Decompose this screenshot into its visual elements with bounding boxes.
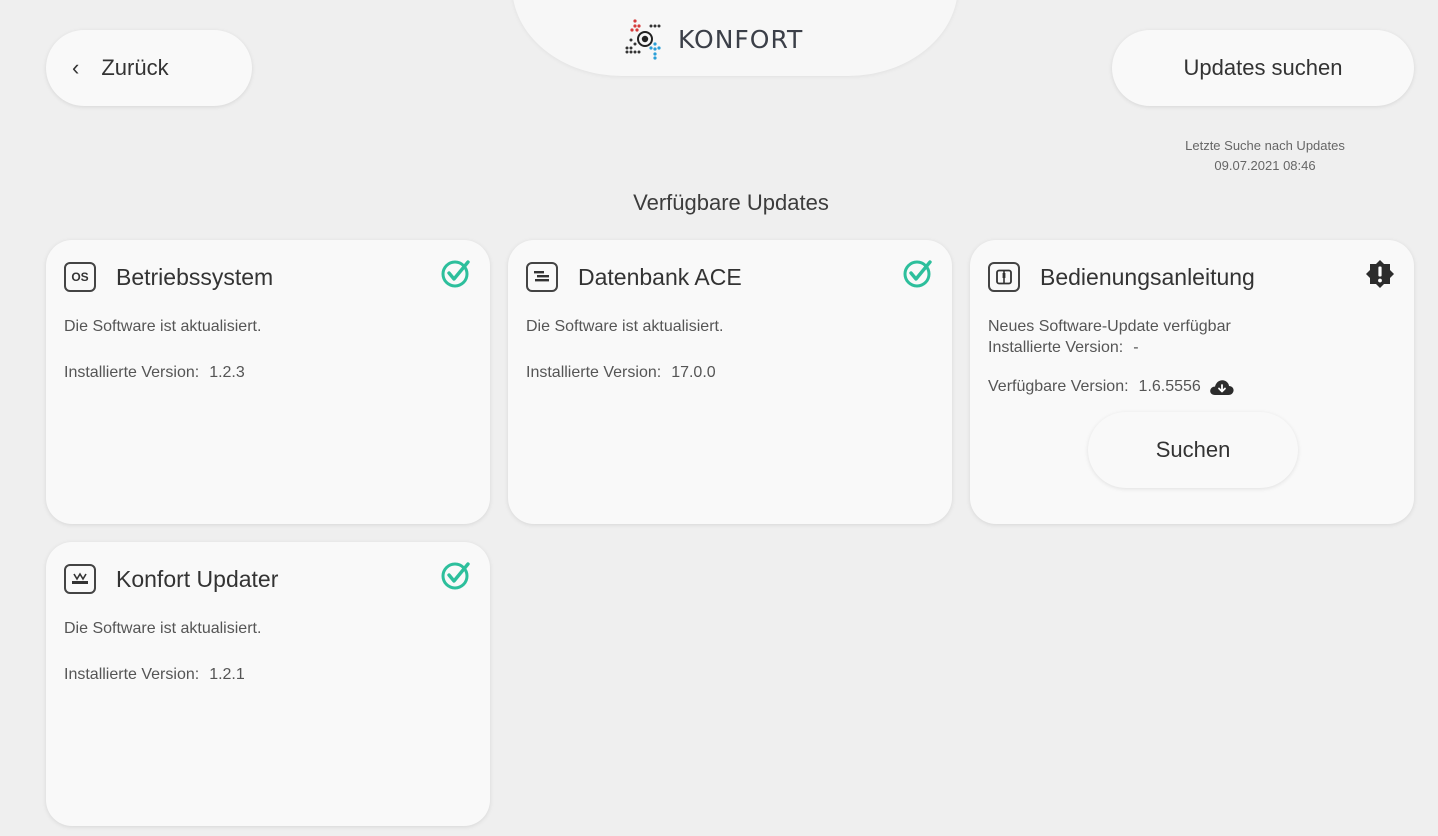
available-version-row: Verfügbare Version: 1.6.5556 <box>988 378 1235 396</box>
installed-version-value: 1.2.3 <box>209 364 245 381</box>
status-text: Die Software ist aktualisiert. <box>64 318 262 335</box>
search-button[interactable]: Suchen <box>1088 412 1298 488</box>
card-title: Konfort Updater <box>116 565 279 592</box>
cloud-download-icon[interactable] <box>1209 378 1235 396</box>
last-search-date: 09.07.2021 08:46 <box>1214 158 1316 173</box>
updater-glyph-icon <box>72 572 88 584</box>
update-card-database: Datenbank ACE Die Software ist aktualisi… <box>508 240 952 524</box>
installed-version-value: 17.0.0 <box>671 364 716 381</box>
back-button[interactable]: ‹ Zurück <box>46 30 252 106</box>
last-search-label: Letzte Suche nach Updates <box>1185 138 1345 153</box>
warning-badge-icon <box>1366 260 1394 288</box>
card-title: Bedienungsanleitung <box>1040 263 1255 290</box>
check-circle-icon <box>441 260 470 288</box>
available-version-value: 1.6.5556 <box>1138 378 1201 395</box>
brand-wordmark: KONFORT <box>678 24 804 54</box>
update-card-manual: Bedienungsanleitung Neues Software-Updat… <box>970 240 1414 524</box>
status-text: Neues Software-Update verfügbar <box>988 318 1231 335</box>
check-circle-icon <box>441 562 470 590</box>
installed-version-label: Installierte Version: <box>988 339 1124 356</box>
installed-version-value: 1.2.1 <box>209 666 245 683</box>
installed-version-label: Installierte Version: <box>526 364 662 381</box>
card-title: Datenbank ACE <box>578 263 742 290</box>
updater-icon <box>64 564 96 594</box>
status-text: Die Software ist aktualisiert. <box>64 620 262 637</box>
back-label: Zurück <box>101 55 169 80</box>
installed-version-label: Installierte Version: <box>64 666 200 683</box>
available-version-label: Verfügbare Version: <box>988 378 1129 395</box>
update-card-operating-system: OS Betriebssystem Die Software ist aktua… <box>46 240 490 524</box>
installed-version-row: Installierte Version: - <box>988 339 1139 357</box>
check-updates-button[interactable]: Updates suchen <box>1112 30 1414 106</box>
status-text: Die Software ist aktualisiert. <box>526 318 724 335</box>
database-icon <box>526 262 558 292</box>
installed-version-row: Installierte Version: 1.2.3 <box>64 364 245 382</box>
book-glyph-icon <box>996 269 1012 285</box>
installed-version-row: Installierte Version: 1.2.1 <box>64 666 245 684</box>
search-button-label: Suchen <box>1155 437 1231 462</box>
check-updates-label: Updates suchen <box>1183 55 1343 80</box>
installed-version-row: Installierte Version: 17.0.0 <box>526 364 716 382</box>
card-title: Betriebssystem <box>116 263 274 290</box>
database-glyph-icon <box>534 271 549 282</box>
check-circle-icon <box>903 260 932 288</box>
os-icon: OS <box>64 262 96 292</box>
last-search-info: Letzte Suche nach Updates 09.07.2021 08:… <box>1120 136 1410 176</box>
manual-icon <box>988 262 1020 292</box>
brand-logo: KONFORT <box>624 16 803 62</box>
section-title: Verfügbare Updates <box>633 190 829 215</box>
konfort-logo-mark-icon <box>625 19 661 60</box>
update-card-updater: Konfort Updater Die Software ist aktuali… <box>46 542 490 826</box>
chevron-left-icon: ‹ <box>72 55 80 80</box>
installed-version-label: Installierte Version: <box>64 364 200 381</box>
installed-version-value: - <box>1133 339 1139 356</box>
